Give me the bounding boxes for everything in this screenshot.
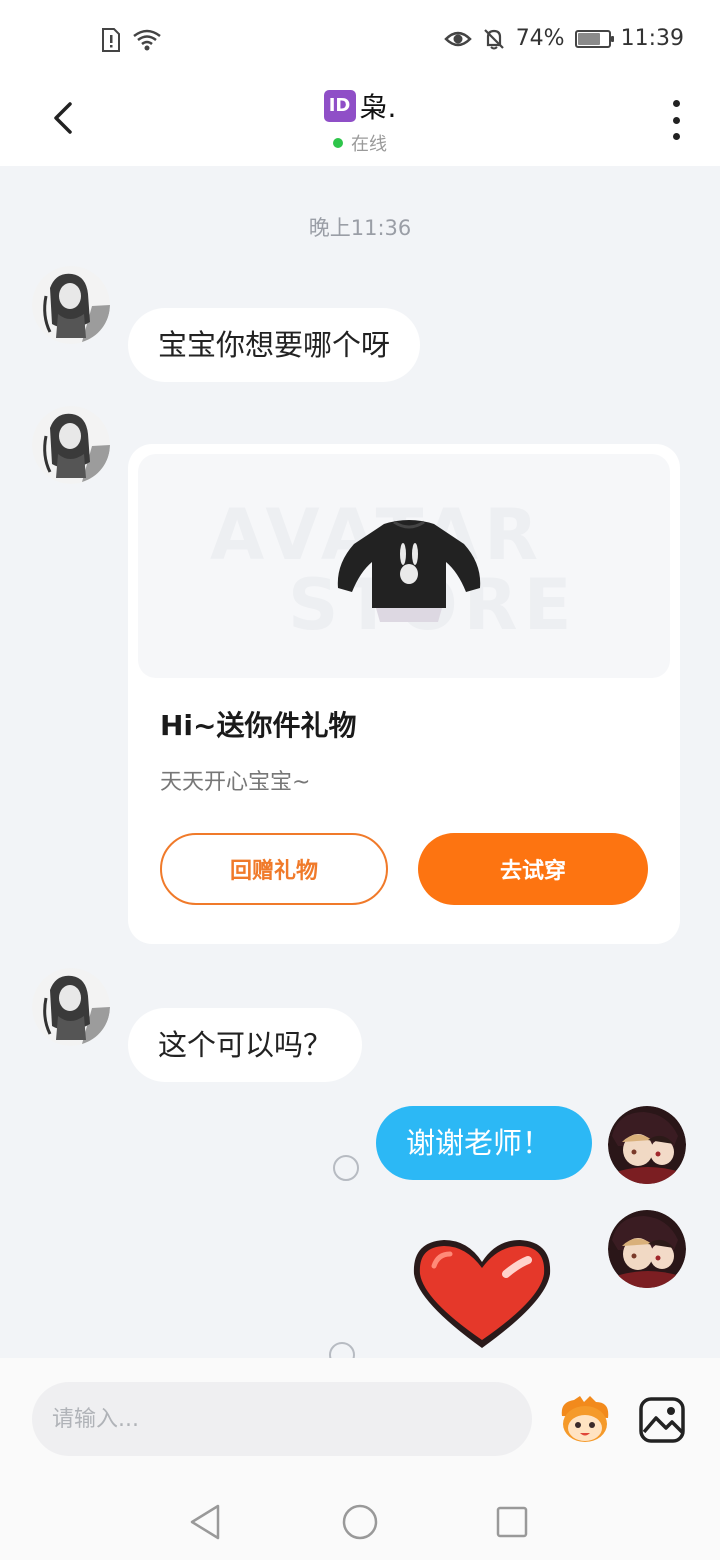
battery-percent: 74% (515, 26, 565, 51)
message-bubble-sent[interactable]: 谢谢老师！ (376, 1106, 592, 1180)
contact-avatar[interactable] (32, 266, 110, 344)
message-input[interactable] (32, 1382, 532, 1456)
message-timestamp: 晚上11:36 (308, 216, 412, 240)
gift-title: Hi~送你件礼物 (160, 709, 357, 742)
sim-alert-icon (102, 28, 120, 52)
contact-info: ID 枭. 在线 (0, 86, 720, 156)
battery-icon (574, 29, 614, 48)
gift-card[interactable]: AVATAR STORE Hi~送你件礼物 天天开心宝宝~ 回赠礼物 去试穿 (128, 444, 680, 944)
online-status: 在线 (333, 130, 387, 156)
system-nav-bar (0, 1482, 720, 1560)
nav-back-icon[interactable] (186, 1502, 226, 1542)
emoji-button[interactable] (556, 1394, 614, 1444)
status-right-icons: 74% 11:39 (443, 26, 684, 51)
sweater-gift-icon (337, 520, 481, 622)
contact-avatar[interactable] (32, 968, 110, 1046)
wifi-icon (133, 29, 161, 51)
nav-recents-icon[interactable] (492, 1502, 532, 1542)
clock: 11:39 (620, 26, 684, 51)
status-left-icons (100, 28, 162, 52)
eye-icon (443, 31, 472, 46)
try-on-button[interactable]: 去试穿 (418, 833, 648, 905)
message-bubble-received[interactable]: 宝宝你想要哪个呀 (128, 308, 421, 382)
read-status-icon (333, 1155, 359, 1181)
bell-off-icon (483, 28, 504, 49)
more-dot-icon (672, 116, 680, 124)
more-options-button[interactable] (666, 100, 686, 140)
gift-image-area[interactable]: AVATAR STORE (138, 454, 670, 678)
more-dot-icon (672, 133, 680, 140)
contact-avatar[interactable] (32, 406, 110, 484)
contact-name-row: ID 枭. (323, 86, 397, 126)
my-avatar[interactable] (608, 1106, 686, 1184)
my-avatar[interactable] (608, 1210, 686, 1288)
contact-name: 枭. (359, 91, 397, 124)
input-bar (0, 1358, 720, 1482)
chat-header: ID 枭. 在线 (0, 84, 720, 166)
return-gift-button[interactable]: 回赠礼物 (160, 833, 388, 905)
image-picker-button[interactable] (638, 1396, 686, 1444)
gift-subtitle: 天天开心宝宝~ (160, 770, 311, 795)
id-badge: ID (323, 90, 356, 122)
battery-fill (577, 32, 600, 45)
message-bubble-received[interactable]: 这个可以吗？ (128, 1008, 363, 1082)
status-bar: 74% 11:39 (0, 0, 720, 84)
nav-home-icon[interactable] (340, 1502, 380, 1542)
heart-sticker[interactable] (410, 1236, 554, 1350)
more-dot-icon (672, 100, 680, 107)
online-dot-icon (333, 138, 343, 148)
online-status-text: 在线 (351, 134, 387, 155)
